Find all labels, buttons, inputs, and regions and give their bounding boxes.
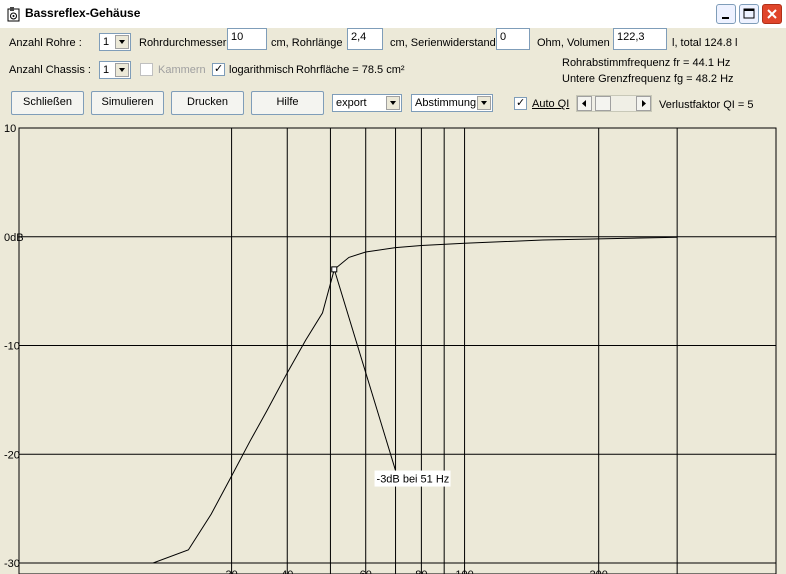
kammern-checkbox[interactable] [140, 63, 153, 76]
anzahl-rohre-value: 1 [103, 36, 110, 48]
drucken-button[interactable]: Drucken [171, 91, 244, 115]
minimize-icon [722, 17, 729, 19]
x-tick-label: 80 [415, 569, 427, 574]
annotation-label: -3dB bei 51 Hz [377, 474, 450, 486]
anzahl-chassis-select[interactable]: 1 [99, 61, 131, 79]
logarithmisch-label: logarithmisch [229, 64, 294, 76]
export-value: export [336, 97, 367, 109]
rohrabstimmfrequenz-label: Rohrabstimmfrequenz fr = 44.1 Hz [562, 57, 731, 69]
scroll-right-arrow[interactable] [636, 96, 651, 111]
volumen-input[interactable]: 122,3 [613, 28, 667, 50]
scroll-left-arrow[interactable] [577, 96, 592, 111]
auto-ql-label: Auto QI [532, 98, 570, 110]
anzahl-chassis-value: 1 [103, 64, 110, 76]
serienwiderstand-label: cm, Serienwiderstand [390, 37, 496, 49]
abstimmung-select[interactable]: Abstimmung [411, 94, 493, 112]
arrow-left-icon [582, 100, 586, 107]
rohrlaenge-input[interactable]: 2,4 [347, 28, 383, 50]
total-volume-label: l, total 124.8 l [672, 37, 738, 49]
x-tick-label: 100 [455, 569, 473, 574]
serienwiderstand-input[interactable]: 0 [496, 28, 530, 50]
ql-scrollbar[interactable] [576, 95, 652, 112]
verlustfaktor-label: Verlustfaktor QI = 5 [659, 99, 754, 111]
volumen-label: Ohm, Volumen [537, 37, 610, 49]
y-tick-label: -30 [4, 558, 20, 570]
frequency-response-chart: 10 0dB -10 -20 -30 30 40 60 80 100 200 -3dB bei 51… [4, 123, 777, 574]
plot-area [18, 127, 777, 574]
simulieren-button[interactable]: Simulieren [91, 91, 164, 115]
y-tick-label: -10 [4, 341, 20, 353]
maximize-button[interactable] [739, 4, 759, 24]
x-tick-label: 30 [225, 569, 237, 574]
window-title: Bassreflex-Gehäuse [25, 6, 141, 20]
y-tick-label: -20 [4, 449, 20, 461]
minimize-button[interactable] [716, 4, 736, 24]
app-icon [7, 7, 20, 22]
x-tick-label: 60 [360, 569, 372, 574]
grenzfrequenz-label: Untere Grenzfrequenz fg = 48.2 Hz [562, 73, 734, 85]
chevron-down-icon [115, 63, 129, 77]
annotation-marker [331, 266, 338, 273]
close-icon [767, 9, 777, 19]
rohrdurchmesser-input[interactable]: 10 [227, 28, 267, 50]
y-tick-label: 10 [4, 123, 16, 135]
logarithmisch-checkbox[interactable] [212, 62, 225, 76]
rohrlaenge-label: cm, Rohrlänge [271, 37, 343, 49]
anzahl-rohre-label: Anzahl Rohre : [9, 37, 82, 49]
export-select[interactable]: export [332, 94, 402, 112]
scroll-thumb[interactable] [595, 96, 611, 111]
arrow-right-icon [642, 100, 646, 107]
chevron-down-icon [386, 96, 400, 110]
title-bar: Bassreflex-Gehäuse [0, 0, 786, 28]
hilfe-button[interactable]: Hilfe [251, 91, 324, 115]
maximize-icon [743, 8, 755, 19]
x-tick-label: 40 [281, 569, 293, 574]
chevron-down-icon [115, 35, 129, 49]
anzahl-rohre-select[interactable]: 1 [99, 33, 131, 51]
abstimmung-value: Abstimmung [415, 97, 477, 109]
kammern-label: Kammern [158, 64, 206, 76]
rohrdurchmesser-label: Rohrdurchmesser [139, 37, 227, 49]
x-tick-label: 200 [590, 569, 608, 574]
chevron-down-icon [477, 96, 491, 110]
schliessen-button[interactable]: Schließen [11, 91, 84, 115]
close-button[interactable] [762, 4, 782, 24]
auto-ql-checkbox[interactable] [514, 96, 527, 110]
y-tick-label: 0dB [4, 232, 24, 244]
anzahl-chassis-label: Anzahl Chassis : [9, 64, 91, 76]
rohrflaeche-label: Rohrfläche = 78.5 cm² [296, 64, 405, 76]
